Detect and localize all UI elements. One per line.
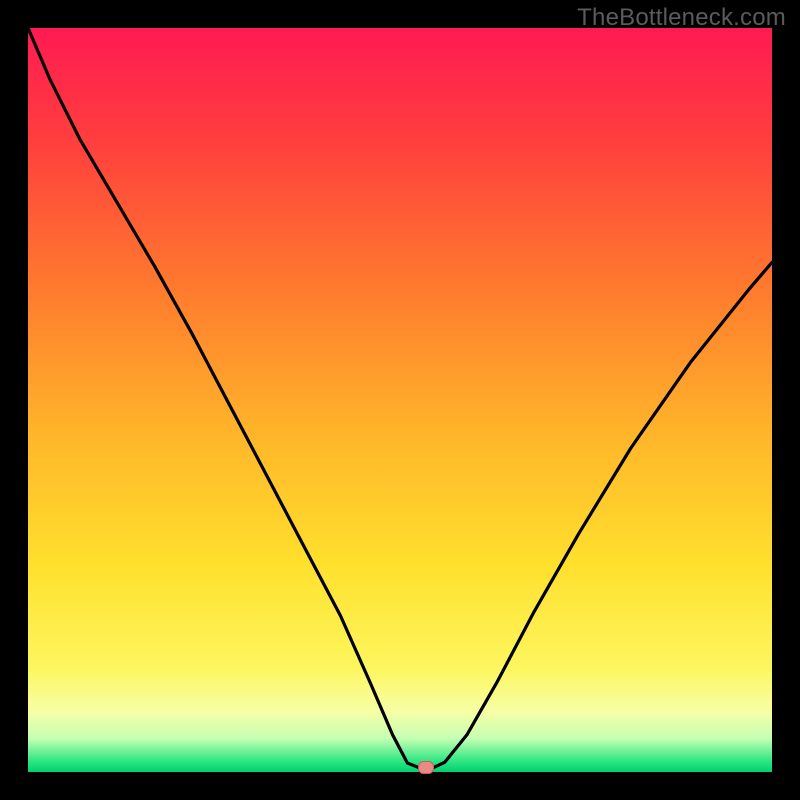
bottleneck-chart (0, 0, 800, 800)
optimum-marker (419, 762, 434, 774)
plot-area (28, 28, 772, 772)
watermark-text: TheBottleneck.com (577, 4, 786, 32)
chart-frame: { "watermark": "TheBottleneck.com", "col… (0, 0, 800, 800)
